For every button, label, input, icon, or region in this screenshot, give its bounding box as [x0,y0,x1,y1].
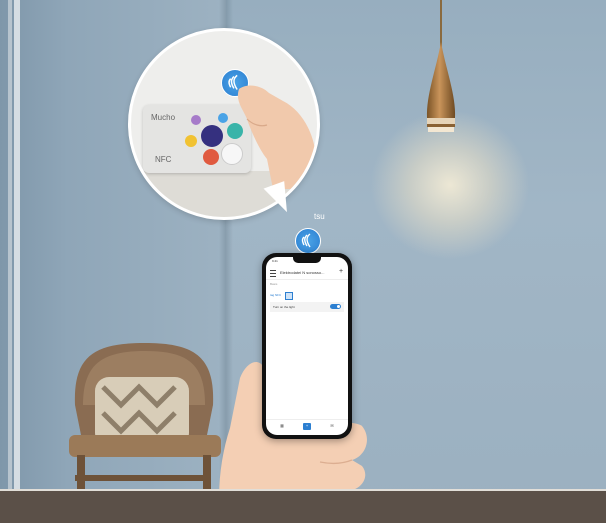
wall-trim [14,0,20,523]
tab-rules[interactable]: ✉ [328,423,336,430]
phone-notch [293,257,321,263]
yellow-tag-dot [185,135,197,147]
phone-screen: 9:41 Elektrodatei N sonosso... + Basis t… [266,257,348,435]
hand-holding-sticker [238,85,317,189]
tab-tags[interactable]: ▦ [278,423,286,430]
tab-scan[interactable]: + [303,423,311,430]
purple-tag-dot [191,115,201,125]
section-label: Basis [270,282,278,286]
pendant-lamp [426,42,456,132]
wall-nfc-tag-icon [295,228,321,254]
wall-trim-inner [8,0,12,523]
navy-tag-dot [201,125,223,147]
smartphone: 9:41 Elektrodatei N sonosso... + Basis t… [262,253,352,439]
tag-label: tsu [314,212,325,221]
action-row[interactable]: Turn on the light [270,302,344,312]
app-title: Elektrodatei N sonosso... [280,270,325,275]
card-brand-label: Mucho [151,113,176,122]
trigger-checkbox[interactable] [285,292,293,300]
red-tag-dot [203,149,219,165]
nfc-zoom-bubble: Mucho NFC [128,28,320,220]
armchair [69,343,221,500]
blue-tag-dot [218,113,228,123]
app-header: Elektrodatei N sonosso... + [266,267,348,280]
trigger-label[interactable]: tag NFC [270,293,281,297]
action-label: Turn on the light [273,305,295,309]
card-type-label: NFC [155,155,172,164]
menu-icon[interactable] [270,270,276,277]
light-toggle[interactable] [330,304,341,309]
tab-bar: ▦ + ✉ [266,419,348,434]
status-time: 9:41 [272,259,278,263]
product-scene: Mucho NFC tsu 9:41 Elektrodatei N sonoss… [0,0,606,523]
add-icon[interactable]: + [339,268,343,275]
floor [0,491,606,523]
